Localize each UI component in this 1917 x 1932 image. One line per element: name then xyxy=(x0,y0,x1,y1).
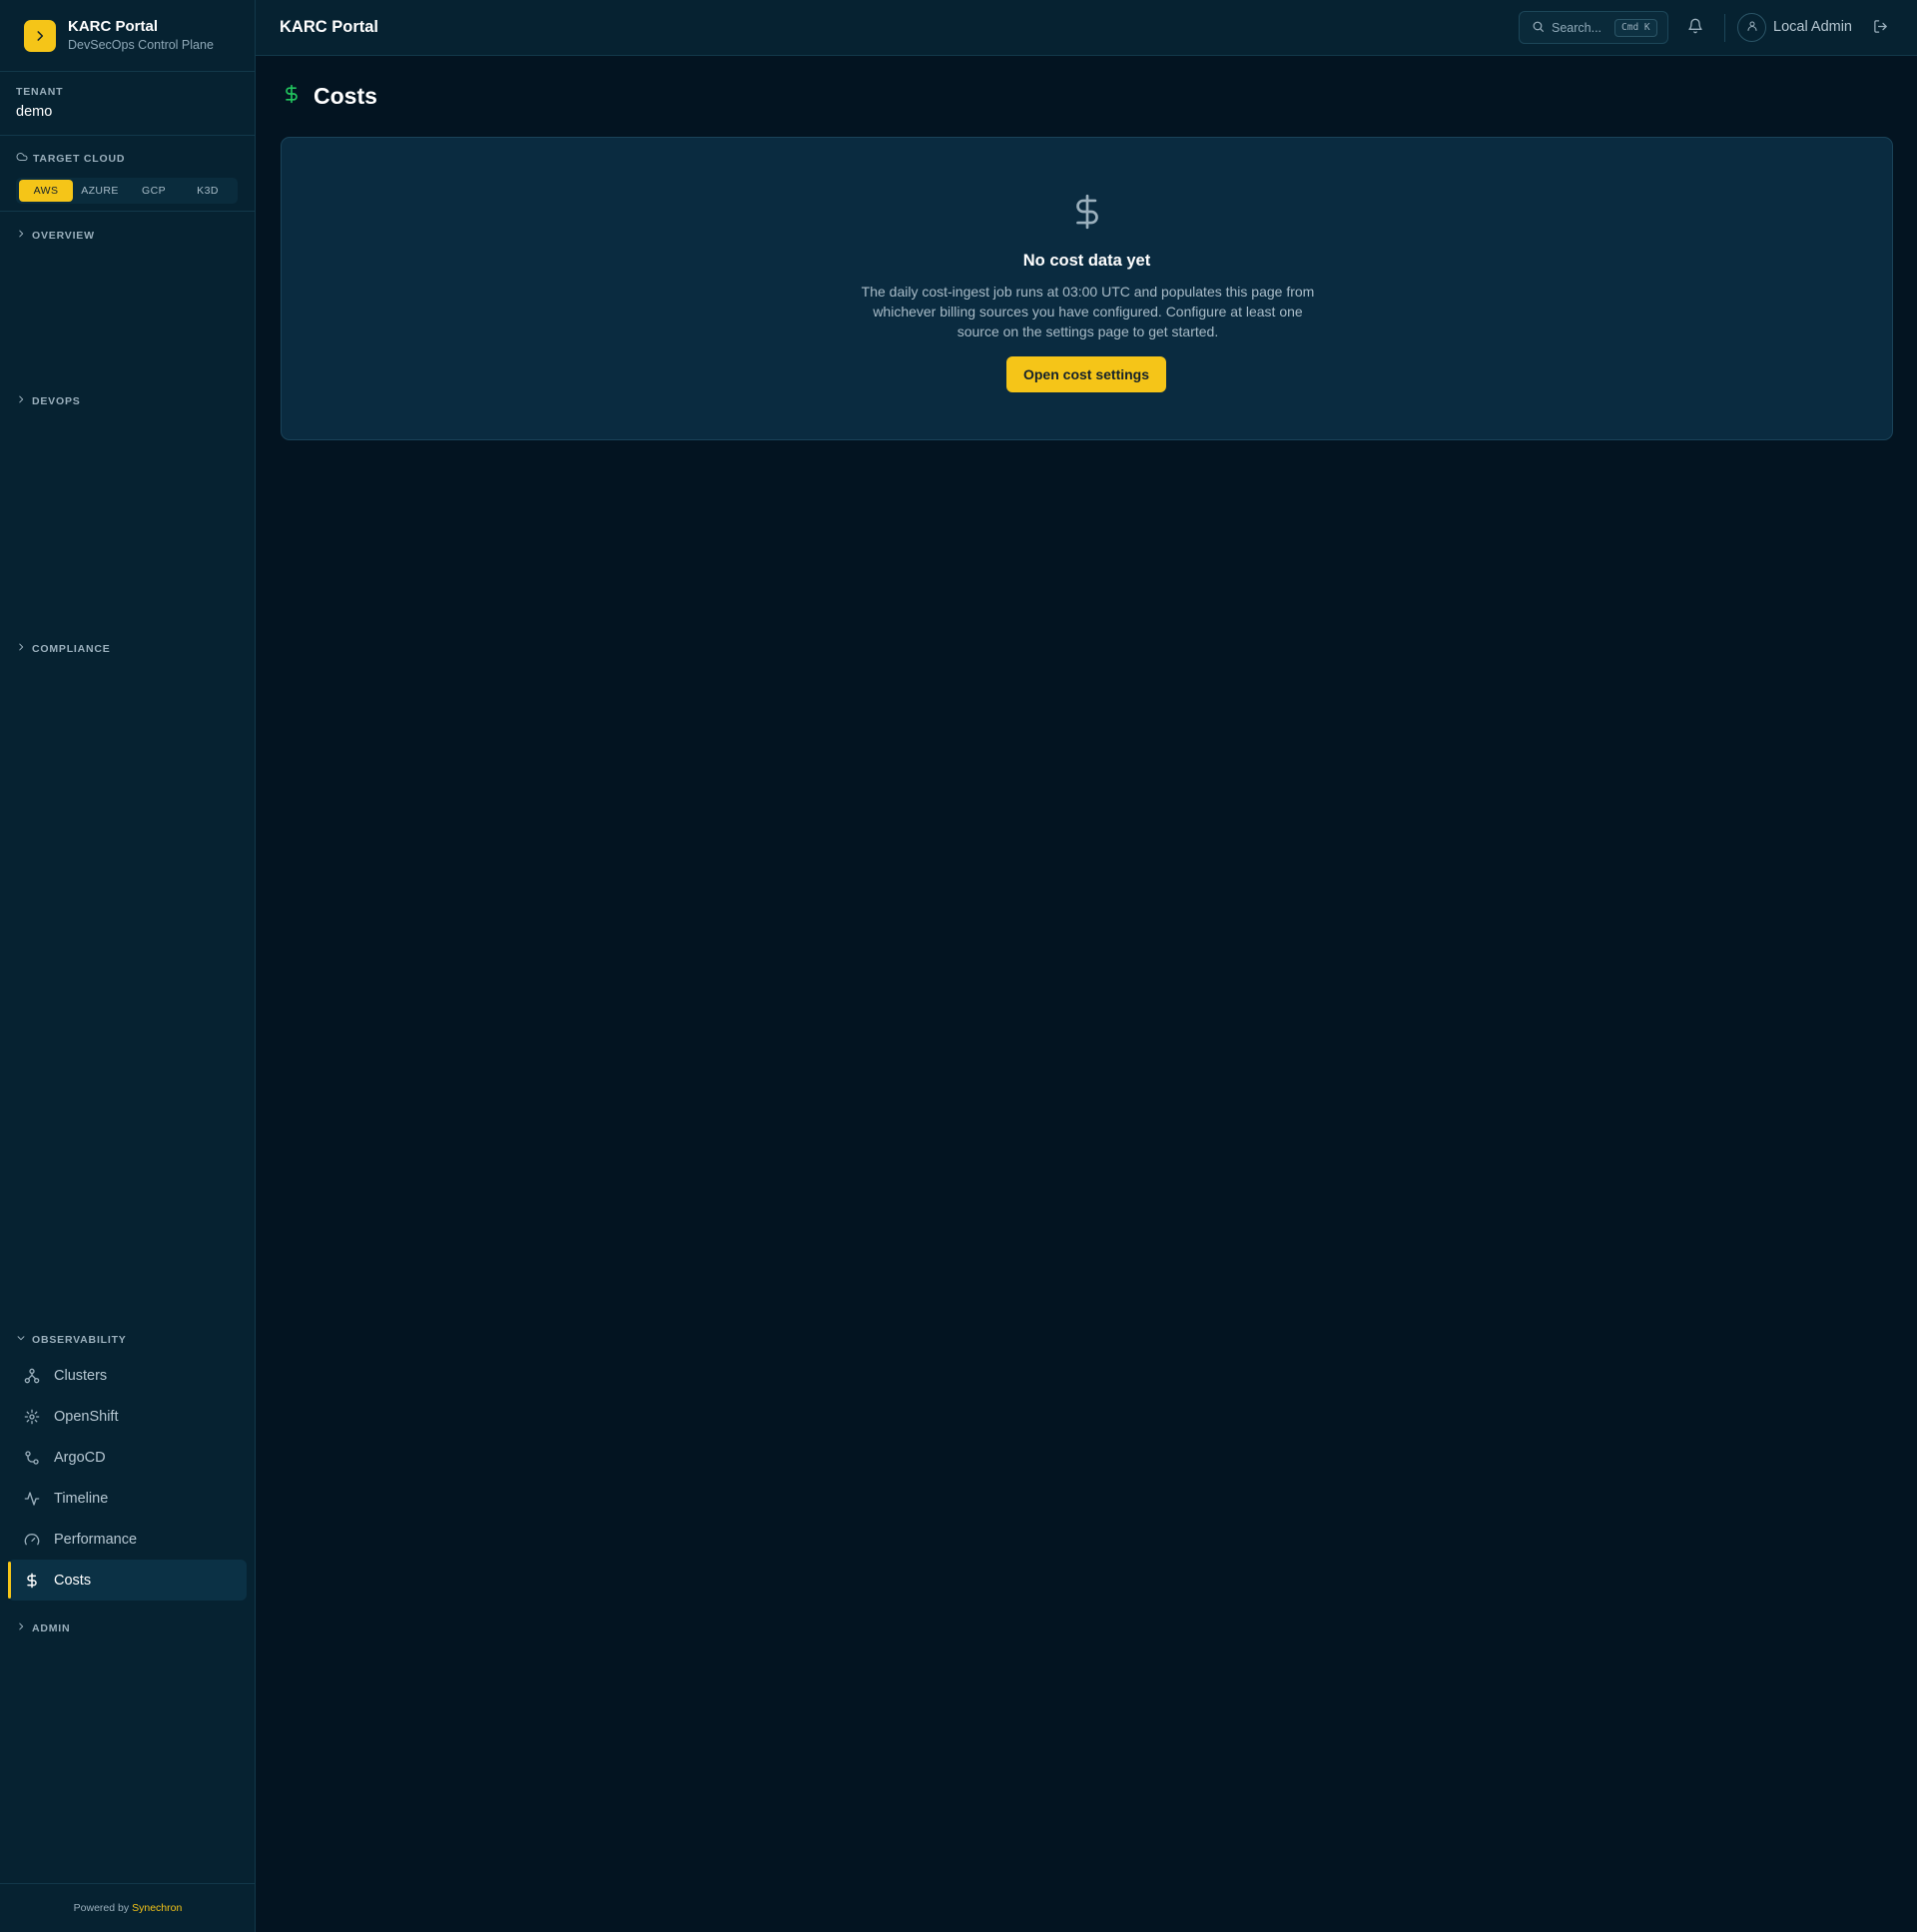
user-name[interactable]: Local Admin xyxy=(1773,19,1852,35)
sidebar-item-openshift[interactable]: OpenShift xyxy=(8,1396,247,1437)
divider xyxy=(1724,14,1725,42)
openshift-icon xyxy=(24,1409,40,1425)
open-cost-settings-button[interactable]: Open cost settings xyxy=(1006,356,1166,392)
target-cloud-label: TARGET CLOUD xyxy=(33,153,126,165)
sidebar-item-timeline[interactable]: Timeline xyxy=(8,1478,247,1519)
cloud-option-aws[interactable]: AWS xyxy=(19,180,73,202)
nav-group-observability[interactable]: OBSERVABILITY xyxy=(16,1333,127,1346)
nav-group-devops[interactable]: DEVOPS xyxy=(16,394,81,407)
sidebar-item-performance[interactable]: Performance xyxy=(8,1519,247,1560)
empty-state-description: The daily cost-ingest job runs at 03:00 … xyxy=(861,284,1315,339)
tenant-label: TENANT xyxy=(16,86,64,98)
user-icon xyxy=(1746,19,1758,37)
footer-link[interactable]: Synechron xyxy=(132,1902,182,1914)
git-branch-icon xyxy=(24,1450,40,1466)
cloud-option-azure[interactable]: AZURE xyxy=(73,180,127,202)
sidebar: KARC Portal DevSecOps Control Plane TENA… xyxy=(0,0,256,1932)
brand[interactable]: KARC Portal DevSecOps Control Plane xyxy=(0,0,255,72)
brand-title: KARC Portal xyxy=(68,18,159,35)
sidebar-item-costs[interactable]: Costs xyxy=(8,1560,247,1601)
nav-group-compliance[interactable]: COMPLIANCE xyxy=(16,642,111,655)
sidebar-item-label: ArgoCD xyxy=(54,1449,106,1466)
dollar-icon xyxy=(1068,186,1106,243)
nav-group-label: ADMIN xyxy=(32,1621,71,1634)
cloud-option-gcp[interactable]: GCP xyxy=(127,180,181,202)
sidebar-item-label: OpenShift xyxy=(54,1408,119,1425)
tenant-section: TENANT demo xyxy=(0,72,255,136)
nav-group-label: DEVOPS xyxy=(32,394,81,407)
top-bar: KARC Portal Search... Cmd K Local Admin xyxy=(256,0,1917,56)
chevron-right-icon xyxy=(16,1621,26,1634)
nav-group-label: OVERVIEW xyxy=(32,229,95,242)
activity-icon xyxy=(24,1491,40,1507)
logout-icon[interactable] xyxy=(1873,19,1888,39)
bell-icon[interactable] xyxy=(1687,18,1703,39)
footer-text: Powered by xyxy=(73,1902,130,1914)
search-input[interactable]: Search... Cmd K xyxy=(1519,11,1668,44)
app-title: KARC Portal xyxy=(280,18,379,36)
brand-subtitle: DevSecOps Control Plane xyxy=(68,38,214,52)
cloud-icon xyxy=(16,150,28,168)
chevron-down-icon xyxy=(16,1333,26,1346)
avatar[interactable] xyxy=(1737,13,1766,42)
sidebar-item-argocd[interactable]: ArgoCD xyxy=(8,1437,247,1478)
page-title: Costs xyxy=(314,83,377,109)
page-header: Costs xyxy=(282,82,377,111)
cloud-option-k3d[interactable]: K3D xyxy=(181,180,235,202)
dollar-icon xyxy=(24,1573,40,1589)
chevron-right-icon xyxy=(16,229,26,242)
sidebar-item-label: Performance xyxy=(54,1531,138,1548)
sidebar-item-clusters[interactable]: Clusters xyxy=(8,1355,247,1396)
target-cloud-section: TARGET CLOUD AWS AZURE GCP K3D xyxy=(0,136,255,212)
search-placeholder: Search... xyxy=(1552,20,1602,35)
sidebar-item-label: Clusters xyxy=(54,1367,108,1384)
dollar-icon xyxy=(282,82,302,111)
nav-group-admin[interactable]: ADMIN xyxy=(16,1621,70,1634)
gauge-icon xyxy=(24,1532,40,1548)
nav-group-overview[interactable]: OVERVIEW xyxy=(16,229,95,242)
nav-group-label: COMPLIANCE xyxy=(32,642,111,655)
sidebar-item-label: Timeline xyxy=(54,1490,109,1507)
chevron-right-icon xyxy=(24,19,56,52)
chevron-right-icon xyxy=(16,394,26,407)
nav-group-label: OBSERVABILITY xyxy=(32,1333,127,1346)
sidebar-footer: Powered by Synechron xyxy=(0,1883,256,1932)
empty-state-title: No cost data yet xyxy=(1022,252,1151,270)
tenant-value[interactable]: demo xyxy=(16,104,239,120)
empty-state-card: No cost data yet The daily cost-ingest j… xyxy=(281,137,1893,440)
search-shortcut: Cmd K xyxy=(1614,18,1657,37)
cloud-selector: AWS AZURE GCP K3D xyxy=(16,178,238,204)
clusters-icon xyxy=(24,1368,40,1384)
sidebar-item-label: Costs xyxy=(54,1572,92,1589)
search-icon xyxy=(1532,20,1545,36)
chevron-right-icon xyxy=(16,642,26,655)
